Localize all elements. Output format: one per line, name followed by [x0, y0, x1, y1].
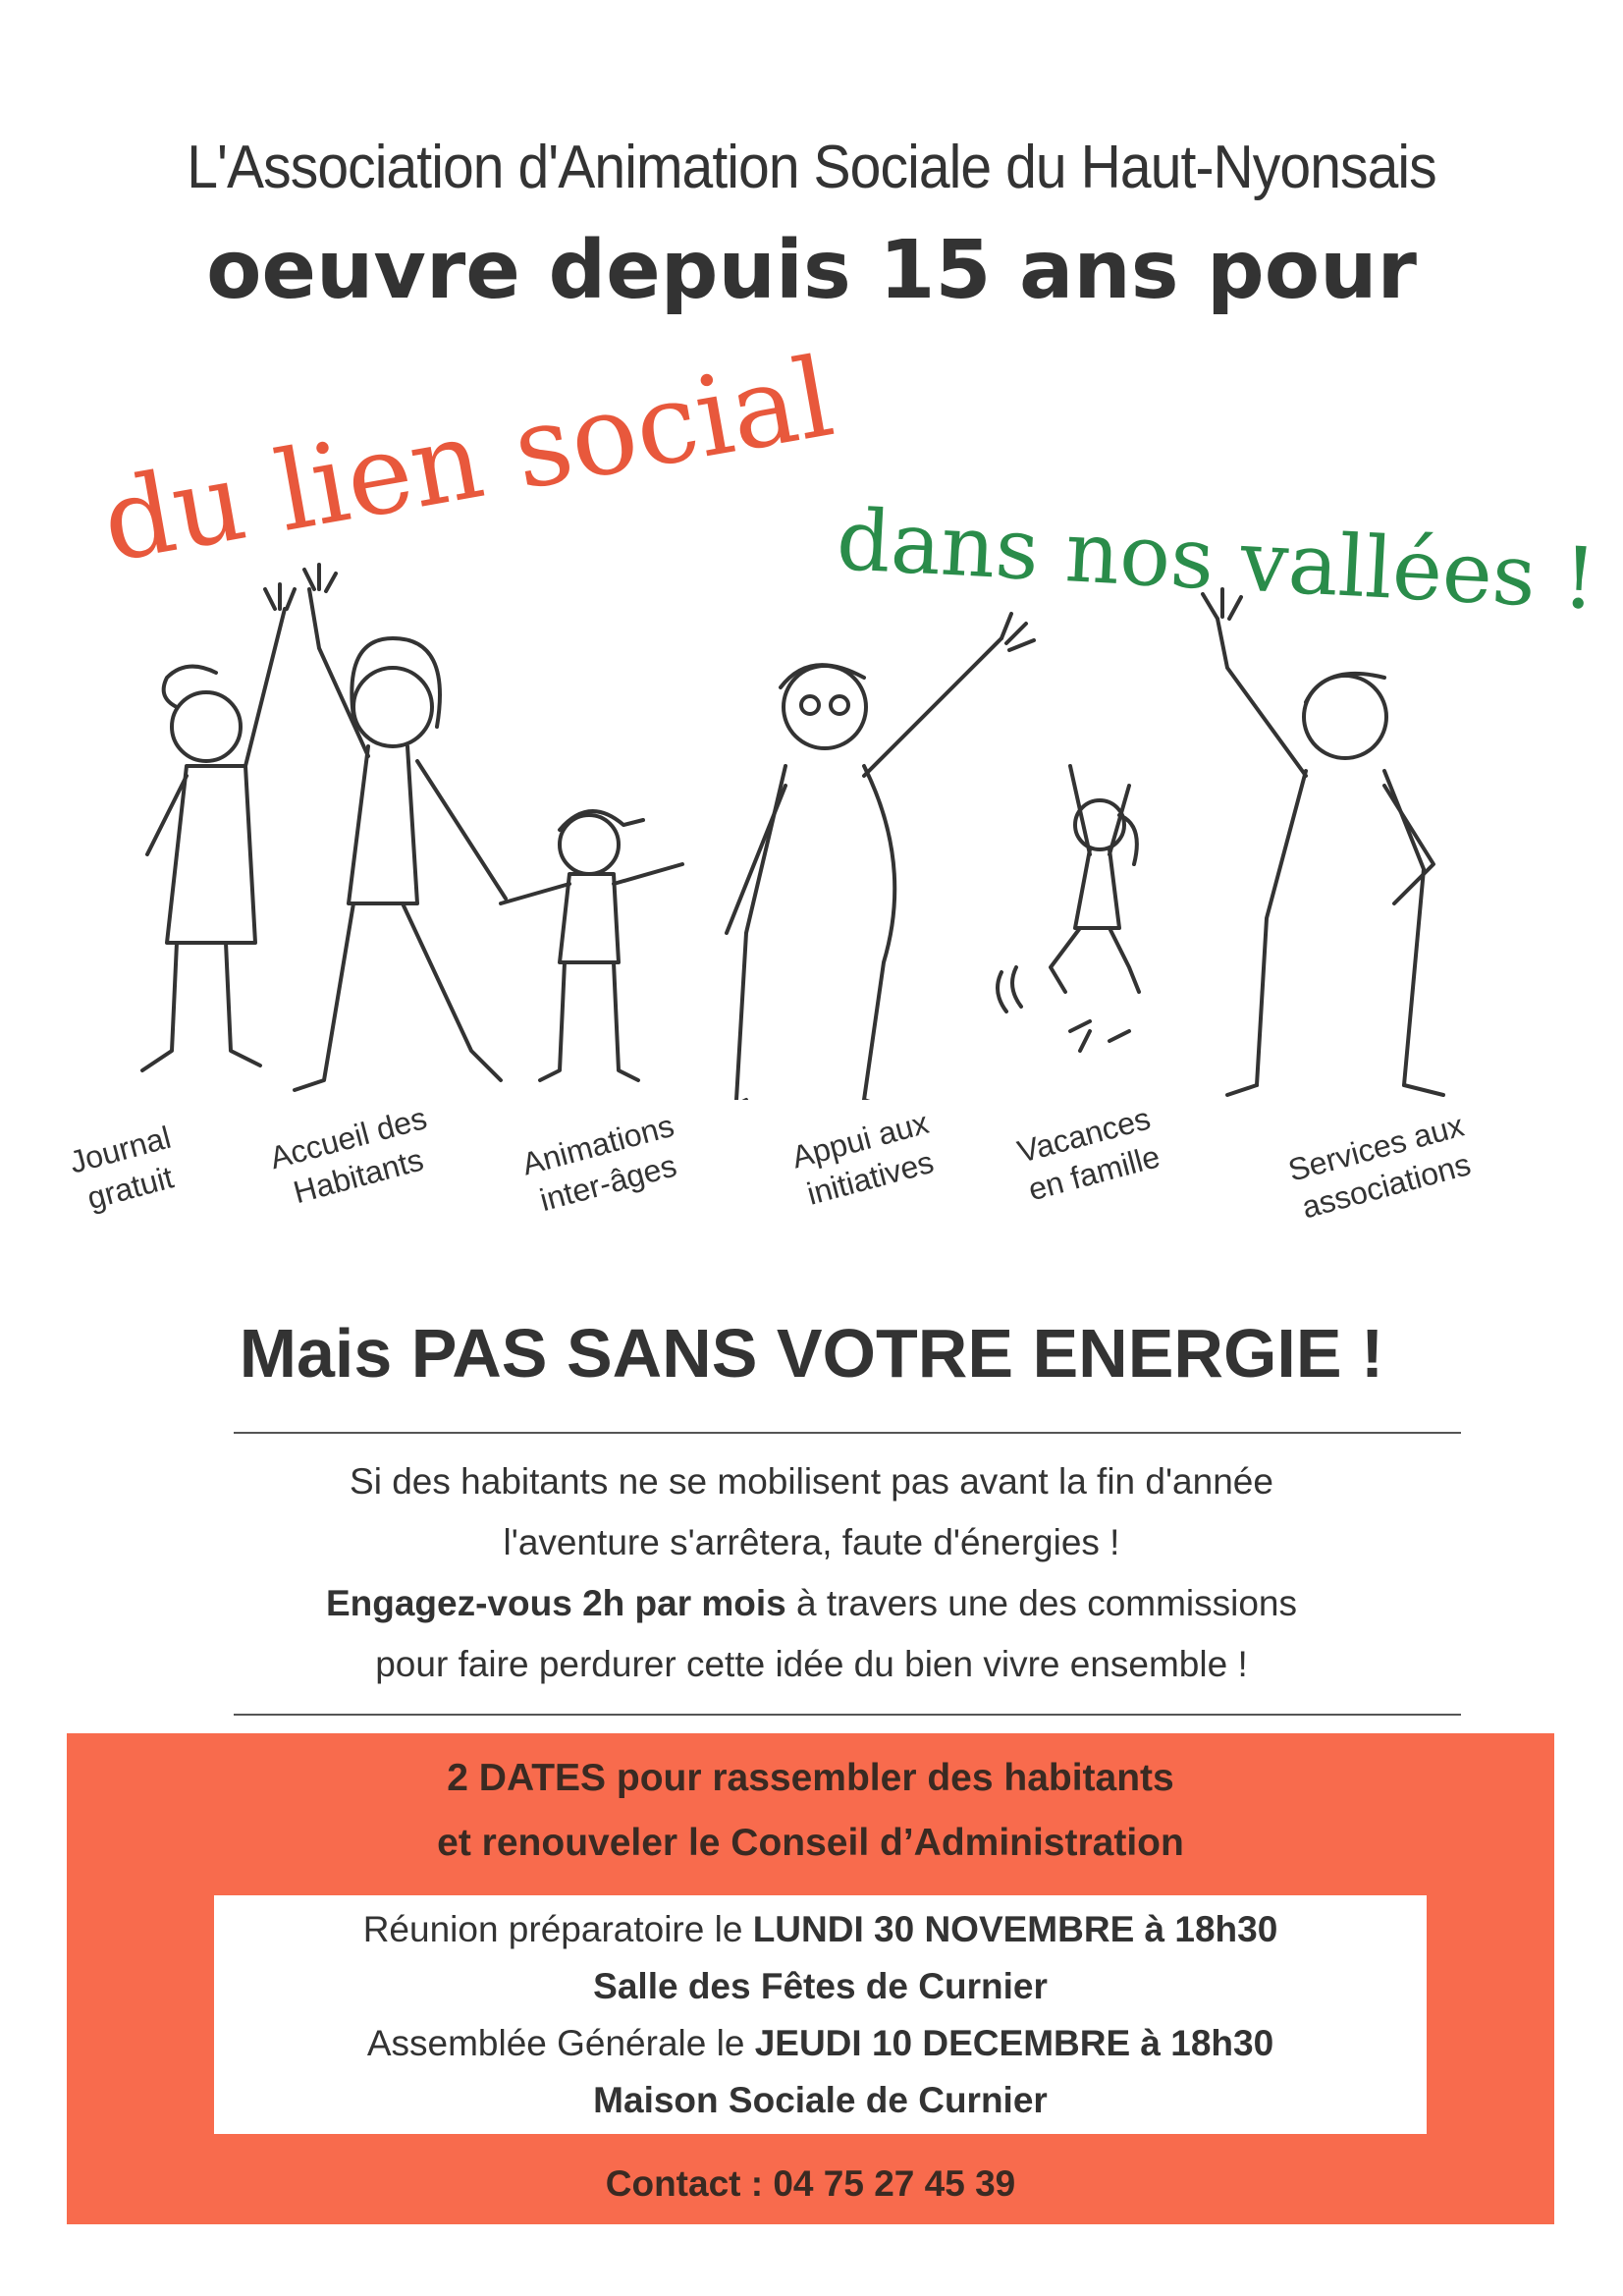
caption-accueil: Accueil des Habitants [265, 1100, 431, 1211]
meeting2-place: Maison Sociale de Curnier [593, 2080, 1048, 2120]
caption-services: Services aux associations [1284, 1107, 1475, 1226]
divider-top [234, 1432, 1461, 1434]
title-oeuvre: oeuvre depuis 15 ans pour [206, 224, 1417, 317]
meeting2-line: Assemblée Générale le JEUDI 10 DECEMBRE … [366, 2023, 1274, 2063]
message-line4: pour faire perdurer cette idée du bien v… [375, 1644, 1248, 1684]
people-illustration [79, 550, 1492, 1112]
caption-appui: Appui aux initiatives [787, 1104, 938, 1212]
message-line3: Engagez-vous 2h par mois à travers une d… [325, 1583, 1298, 1623]
dates-heading-line1: 2 DATES pour rassembler des habitants [447, 1757, 1174, 1799]
jumping-girl-figure [996, 764, 1141, 1053]
title-association: L'Association d'Animation Sociale du Hau… [187, 134, 1436, 201]
message-line2: l'aventure s'arrêtera, faute d'énergies … [503, 1522, 1120, 1562]
meeting1-place: Salle des Fêtes de Curnier [593, 1966, 1048, 2006]
meetings-box: Réunion préparatoire le LUNDI 30 NOVEMBR… [214, 1895, 1427, 2134]
energy-heading: Mais PAS SANS VOTRE ENERGIE ! [239, 1315, 1384, 1392]
woman-figure [293, 563, 508, 1092]
elderly-woman-figure [140, 582, 297, 1072]
caption-animations: Animations inter-âges [517, 1107, 680, 1219]
caption-vacances: Vacances en famille [1013, 1100, 1164, 1208]
child-with-cap-figure [499, 809, 684, 1082]
waving-man-figure [1201, 587, 1445, 1097]
contact-phone: Contact : 04 75 27 45 39 [605, 2163, 1016, 2204]
divider-bottom [234, 1714, 1461, 1716]
dates-box: 2 DATES pour rassembler des habitants et… [67, 1733, 1554, 2224]
man-with-glasses-figure [725, 612, 1036, 1112]
dates-heading-line2: et renouveler le Conseil d’Administratio… [437, 1822, 1184, 1864]
message-line1: Si des habitants ne se mobilisent pas av… [350, 1461, 1273, 1502]
caption-journal: Journal gratuit [65, 1119, 178, 1217]
meeting1-line: Réunion préparatoire le LUNDI 30 NOVEMBR… [362, 1909, 1278, 1949]
